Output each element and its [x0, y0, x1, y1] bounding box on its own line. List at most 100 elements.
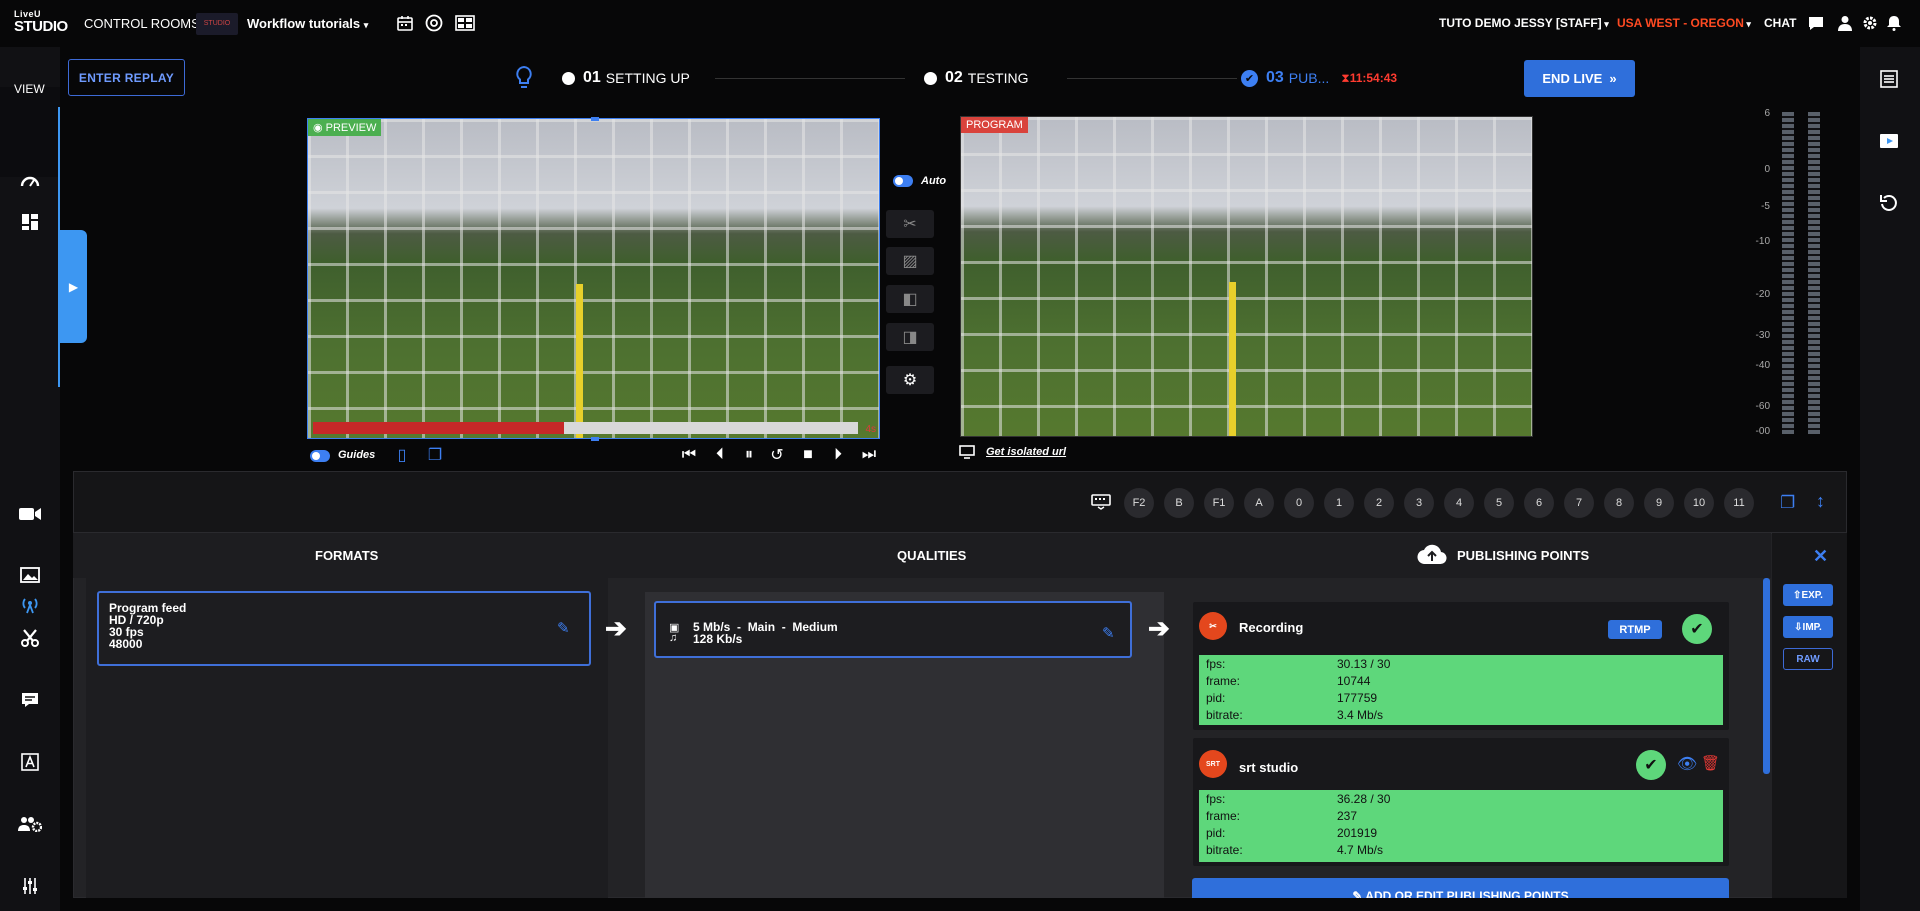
- shortcut-key[interactable]: 10: [1684, 488, 1714, 518]
- multiview-icon[interactable]: [455, 13, 475, 33]
- meter-label: -00: [1755, 426, 1770, 437]
- help-lifebuoy-icon[interactable]: [424, 13, 444, 33]
- edit-pencil-icon[interactable]: ✎: [1102, 624, 1115, 642]
- shortcut-key[interactable]: 5: [1484, 488, 1514, 518]
- preview-progress-track[interactable]: [313, 422, 858, 434]
- enter-replay-button[interactable]: ENTER REPLAY: [68, 59, 185, 96]
- transition-settings-button[interactable]: ⚙: [886, 366, 934, 394]
- wipe-transition-button[interactable]: ▨: [886, 247, 934, 275]
- eye-icon: ◉: [313, 122, 326, 134]
- guides-toggle[interactable]: [310, 450, 330, 462]
- scissors-tools-icon[interactable]: [0, 618, 60, 658]
- stats-panel: fps: 36.28 / 30 frame: 237 pid: 201919 bitr…: [1199, 790, 1723, 862]
- step-setting-up[interactable]: 01 SETTING UP: [562, 69, 690, 87]
- preview-monitor[interactable]: ◉ PREVIEW 4s: [307, 118, 880, 439]
- step-connector: [715, 78, 905, 79]
- stat-key: pid:: [1206, 691, 1226, 705]
- shortcut-key[interactable]: F1: [1204, 488, 1234, 518]
- publishing-point-recording[interactable]: ✂ Recording RTMP ✔ fps: 30.13 / 30 frame:…: [1193, 602, 1729, 730]
- shortcut-key[interactable]: 6: [1524, 488, 1554, 518]
- raw-button[interactable]: RAW: [1783, 648, 1833, 670]
- export-button[interactable]: ⇧ EXP.: [1783, 584, 1833, 606]
- auto-toggle[interactable]: [893, 175, 913, 187]
- lightbulb-icon[interactable]: [516, 65, 532, 95]
- stop-icon[interactable]: ■: [799, 446, 817, 464]
- step-label: SETTING UP: [605, 70, 690, 86]
- users-gear-icon[interactable]: [0, 804, 60, 844]
- format-card[interactable]: Program feed HD / 720p 30 fps 48000 ✎: [97, 591, 591, 666]
- trash-icon[interactable]: 🗑: [1701, 754, 1720, 772]
- shortcut-key[interactable]: 11: [1724, 488, 1754, 518]
- list-panel-icon[interactable]: [1880, 70, 1898, 93]
- edit-pencil-icon[interactable]: ✎: [557, 619, 570, 637]
- pause-icon[interactable]: ⏸: [740, 446, 758, 464]
- stat-value: 201919: [1337, 826, 1378, 840]
- shortcut-key[interactable]: 2: [1364, 488, 1394, 518]
- download-icon: ⇩: [1794, 621, 1803, 633]
- get-isolated-url-link[interactable]: Get isolated url: [986, 446, 1066, 458]
- cut-transition-button[interactable]: ✂: [886, 210, 934, 238]
- messages-icon[interactable]: [0, 680, 60, 720]
- dashboard-icon[interactable]: [0, 161, 60, 201]
- camera-icon[interactable]: [0, 494, 60, 534]
- end-live-button[interactable]: END LIVE »: [1524, 60, 1635, 97]
- add-or-edit-publishing-points-button[interactable]: ✎ ADD OR EDIT PUBLISHING POINTS: [1192, 878, 1729, 898]
- skip-end-icon[interactable]: ⏭: [860, 446, 878, 464]
- shortcut-key[interactable]: A: [1244, 488, 1274, 518]
- layout-icon[interactable]: [0, 202, 60, 242]
- liveu-studio-logo[interactable]: LiveU STUDIO: [14, 10, 70, 36]
- step-testing[interactable]: 02 TESTING: [924, 69, 1028, 87]
- preview-bottom-handle[interactable]: [591, 437, 599, 441]
- shortcut-key[interactable]: F2: [1124, 488, 1154, 518]
- history-undo-icon[interactable]: [1880, 194, 1898, 217]
- mix-transition-button[interactable]: ◧: [886, 285, 934, 313]
- wipe-icon: ▨: [902, 253, 918, 270]
- skip-start-icon[interactable]: ⏮: [680, 446, 698, 464]
- chat-bubble-icon[interactable]: [1806, 13, 1826, 33]
- shortcut-key[interactable]: 1: [1324, 488, 1354, 518]
- step-back-icon[interactable]: ⏴: [711, 446, 729, 464]
- eye-icon[interactable]: 👁: [1677, 754, 1697, 774]
- keyboard-icon[interactable]: [1091, 494, 1111, 515]
- shortcut-key[interactable]: 3: [1404, 488, 1434, 518]
- rtmp-badge: RTMP: [1608, 620, 1662, 639]
- resize-vertical-icon[interactable]: ↕: [1816, 491, 1825, 512]
- stats-panel: fps: 30.13 / 30 frame: 10744 pid: 177759 bi…: [1199, 655, 1723, 725]
- shortcut-key[interactable]: 4: [1444, 488, 1474, 518]
- shortcut-key[interactable]: 8: [1604, 488, 1634, 518]
- mobile-icon[interactable]: ▯: [393, 446, 411, 464]
- region-selector[interactable]: USA WEST - OREGON ▾: [1617, 16, 1751, 30]
- view-label[interactable]: VIEW: [14, 82, 45, 96]
- settings-gear-icon[interactable]: [1860, 13, 1880, 33]
- stat-key: pid:: [1206, 826, 1226, 840]
- step-forward-icon[interactable]: ⏵: [829, 446, 847, 464]
- user-icon[interactable]: [1835, 13, 1855, 33]
- copy-icon[interactable]: ❐: [426, 446, 444, 464]
- publishing-point-srt-studio[interactable]: SRT srt studio ✔ 👁 🗑 fps: 36.28 / 30 fram…: [1193, 738, 1729, 866]
- quality-card[interactable]: ▣ ♫ 5 Mb/s - Main - Medium 128 Kb/s ✎: [654, 601, 1132, 658]
- expand-sidebar-button[interactable]: ▶: [60, 230, 87, 343]
- sliders-icon[interactable]: [0, 866, 60, 906]
- fade-transition-button[interactable]: ◨: [886, 323, 934, 351]
- shortcut-key[interactable]: 9: [1644, 488, 1674, 518]
- chat-link[interactable]: CHAT: [1764, 16, 1796, 30]
- text-overlay-icon[interactable]: [0, 742, 60, 782]
- calendar-icon[interactable]: [395, 13, 415, 33]
- chevron-right-icon: ▶: [68, 279, 79, 294]
- scrollbar-thumb[interactable]: [1763, 578, 1770, 774]
- step-publishing[interactable]: ✔ 03 PUB... ⧗ 11:54:43: [1241, 69, 1397, 87]
- user-menu[interactable]: TUTO DEMO JESSY [STAFF] ▾: [1439, 16, 1609, 30]
- notification-icon[interactable]: [1884, 13, 1904, 33]
- replay-icon[interactable]: ↺: [768, 446, 786, 464]
- control-rooms-link[interactable]: CONTROL ROOMS: [84, 16, 200, 31]
- shortcut-key[interactable]: 0: [1284, 488, 1314, 518]
- shortcut-key[interactable]: 7: [1564, 488, 1594, 518]
- step-dot: [562, 71, 575, 85]
- preview-top-handle[interactable]: [591, 117, 599, 121]
- workflow-selector[interactable]: Workflow tutorials ▾: [247, 16, 368, 31]
- media-player-icon[interactable]: [1879, 133, 1899, 154]
- shortcut-key[interactable]: B: [1164, 488, 1194, 518]
- import-button[interactable]: ⇩ IMP.: [1783, 616, 1833, 638]
- close-icon[interactable]: ✕: [1813, 546, 1828, 567]
- copy-windows-icon[interactable]: ❐: [1780, 493, 1795, 513]
